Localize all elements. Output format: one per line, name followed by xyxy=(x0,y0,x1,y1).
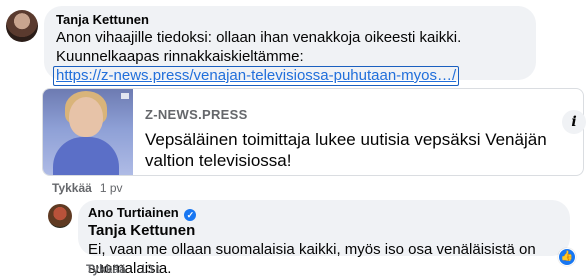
thumbnail-figure-body xyxy=(53,137,119,175)
reply-meta: Tykkää 13 t xyxy=(86,262,160,276)
comment-timestamp[interactable]: 1 pv xyxy=(100,181,123,195)
verified-badge-icon: ✓ xyxy=(184,209,197,221)
comment-link[interactable]: https://z-news.press/venajan-televisioss… xyxy=(56,67,456,84)
comment-author[interactable]: Tanja Kettunen xyxy=(56,12,524,28)
avatar-tanja-kettunen[interactable] xyxy=(6,10,38,42)
reply-author[interactable]: Ano Turtiainen xyxy=(88,205,179,220)
reply-bubble: Ano Turtiainen ✓ Tanja Kettunen Ei, vaan… xyxy=(78,200,570,277)
avatar-ano-turtiainen[interactable] xyxy=(48,204,72,228)
reply-like-button[interactable]: Tykkää xyxy=(86,262,126,276)
like-button[interactable]: Tykkää xyxy=(52,181,92,195)
reply-mention[interactable]: Tanja Kettunen xyxy=(88,221,560,240)
comment-bubble: Tanja Kettunen Anon vihaajille tiedoksi:… xyxy=(44,6,536,86)
link-preview-body: Z-NEWS.PRESS Vepsäläinen toimittaja luke… xyxy=(133,89,583,175)
like-reaction-icon[interactable]: 👍 xyxy=(558,248,576,266)
comment-meta: Tykkää 1 pv xyxy=(52,181,123,195)
link-preview-title: Vepsäläinen toimittaja lukee uutisia vep… xyxy=(145,130,547,170)
thumbnail-figure-face xyxy=(69,97,103,137)
reply-author-row: Ano Turtiainen ✓ xyxy=(88,205,560,221)
reply-timestamp[interactable]: 13 t xyxy=(140,262,160,276)
link-preview-card[interactable]: Z-NEWS.PRESS Vepsäläinen toimittaja luke… xyxy=(42,88,584,176)
comment-text: Anon vihaajille tiedoksi: ollaan ihan ve… xyxy=(56,29,462,65)
comment-link-focus-ring: https://z-news.press/venajan-televisioss… xyxy=(53,66,460,86)
link-preview-thumbnail xyxy=(43,89,133,175)
link-preview-source: Z-NEWS.PRESS xyxy=(145,107,248,122)
thumbnail-channel-logo xyxy=(121,93,129,99)
info-icon[interactable]: i xyxy=(562,110,586,134)
